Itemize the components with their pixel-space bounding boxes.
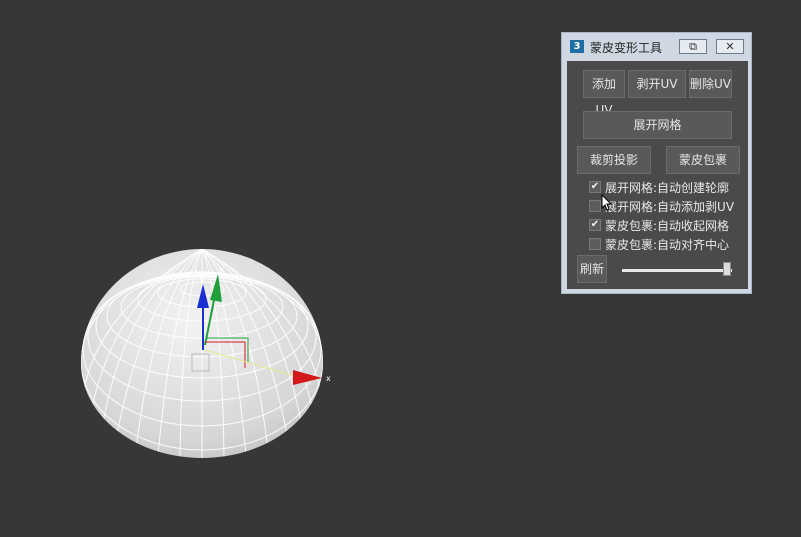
crop-project-button[interactable]: 裁剪投影 (577, 146, 651, 174)
slider-thumb[interactable] (722, 262, 731, 276)
svg-text:z: z (200, 275, 204, 284)
close-icon: ✕ (725, 40, 735, 53)
option-checkbox-1[interactable] (589, 200, 601, 212)
option-label-1: 展开网格:自动添加剥UV (605, 200, 735, 214)
option-checkbox-3[interactable] (589, 238, 601, 250)
panel-titlebar[interactable]: 3 蒙皮变形工具 ⧉ ✕ (562, 33, 751, 59)
peel-uv-button[interactable]: 剥开UV (628, 70, 686, 98)
close-button[interactable]: ✕ (716, 39, 744, 54)
panel-title: 蒙皮变形工具 (590, 41, 663, 55)
option-label-2: 蒙皮包裹:自动收起网格 (605, 219, 730, 233)
unfold-mesh-button[interactable]: 展开网格 (583, 111, 732, 139)
add-uv-button[interactable]: 添加UV (583, 70, 625, 117)
restore-button[interactable]: ⧉ (679, 39, 707, 54)
option-label-3: 蒙皮包裹:自动对齐中心 (605, 238, 730, 252)
panel-body: 添加UV 剥开UV 删除UV 展开网格 裁剪投影 蒙皮包裹 ✔ 展开网格:自动创… (567, 61, 748, 289)
skin-wrap-button[interactable]: 蒙皮包裹 (666, 146, 740, 174)
delete-uv-button[interactable]: 删除UV (689, 70, 732, 98)
option-checkbox-2[interactable]: ✔ (589, 219, 601, 231)
refresh-button[interactable]: 刷新 (577, 255, 607, 283)
app-icon: 3 (570, 40, 584, 53)
svg-text:y: y (219, 265, 224, 274)
mouse-cursor-icon (601, 194, 613, 211)
svg-text:x: x (326, 374, 331, 383)
option-label-0: 展开网格:自动创建轮廓 (605, 181, 730, 195)
option-checkbox-0[interactable]: ✔ (589, 181, 601, 193)
slider-track[interactable] (622, 269, 732, 272)
skin-deform-tool-panel: 3 蒙皮变形工具 ⧉ ✕ 添加UV 剥开UV 删除UV 展开网格 裁剪投影 蒙皮… (561, 32, 752, 294)
restore-icon: ⧉ (689, 40, 697, 53)
